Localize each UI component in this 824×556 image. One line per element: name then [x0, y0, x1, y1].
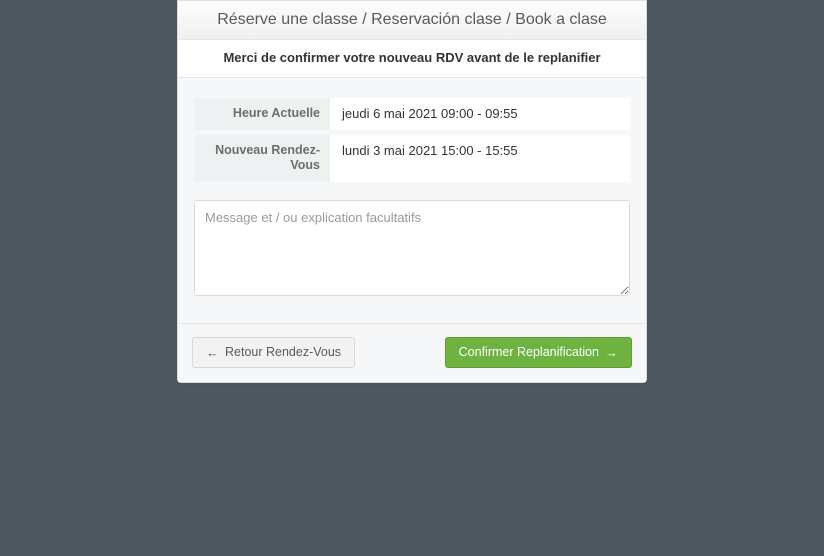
confirm-instruction: Merci de confirmer votre nouveau RDV ava…: [178, 40, 646, 78]
arrow-right-icon: →: [605, 346, 618, 359]
arrow-left-icon: ←: [206, 346, 219, 359]
new-appointment-value: lundi 3 mai 2021 15:00 - 15:55: [330, 135, 630, 182]
back-button-label: Retour Rendez-Vous: [225, 346, 341, 359]
confirm-button-label: Confirmer Replanification: [459, 346, 599, 359]
new-appointment-row: Nouveau Rendez-Vous lundi 3 mai 2021 15:…: [194, 135, 630, 182]
current-time-row: Heure Actuelle jeudi 6 mai 2021 09:00 - …: [194, 98, 630, 130]
current-time-label: Heure Actuelle: [194, 98, 330, 130]
message-input[interactable]: [194, 200, 630, 296]
reschedule-panel: Réserve une classe / Reservación clase /…: [177, 0, 647, 383]
current-time-value: jeudi 6 mai 2021 09:00 - 09:55: [330, 98, 630, 130]
new-appointment-label: Nouveau Rendez-Vous: [194, 135, 330, 182]
confirm-button[interactable]: Confirmer Replanification →: [445, 337, 632, 368]
form-area: Heure Actuelle jeudi 6 mai 2021 09:00 - …: [178, 78, 646, 323]
footer: ← Retour Rendez-Vous Confirmer Replanifi…: [178, 323, 646, 382]
panel-title: Réserve une classe / Reservación clase /…: [178, 1, 646, 40]
back-button[interactable]: ← Retour Rendez-Vous: [192, 337, 355, 368]
